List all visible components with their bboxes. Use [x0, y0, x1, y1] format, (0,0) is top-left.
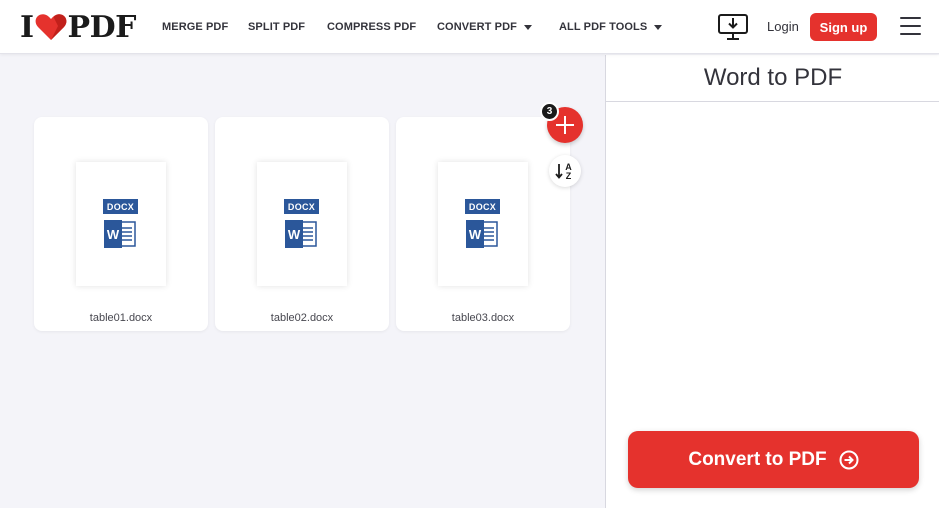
file-card[interactable]: DOCX W table02.docx: [215, 117, 389, 331]
file-type-badge: DOCX: [465, 199, 500, 214]
nav-merge-label: MERGE PDF: [162, 21, 229, 33]
tool-title: Word to PDF: [606, 55, 939, 102]
ilovepdf-logo[interactable]: I PDF: [20, 9, 137, 45]
nav-all-tools-label: ALL PDF TOOLS: [559, 21, 648, 33]
logo-pdf: PDF: [67, 9, 137, 45]
file-name: table01.docx: [89, 312, 153, 324]
signup-button[interactable]: Sign up: [810, 13, 877, 41]
word-icon: W: [285, 220, 317, 248]
file-count-badge: 3: [540, 102, 559, 121]
file-list-area: DOCX W table01.docx DOCX W table02.docx …: [0, 55, 605, 508]
nav-convert-label: CONVERT PDF: [437, 21, 517, 33]
logo-i: I: [20, 9, 34, 45]
login-link[interactable]: Login: [767, 19, 799, 34]
nav-merge-pdf[interactable]: MERGE PDF: [162, 0, 228, 54]
file-type-badge: DOCX: [103, 199, 138, 214]
word-icon: W: [466, 220, 498, 248]
svg-text:Z: Z: [566, 171, 572, 181]
file-type-badge: DOCX: [284, 199, 319, 214]
file-name: table03.docx: [451, 312, 515, 324]
file-card[interactable]: DOCX W table03.docx: [396, 117, 570, 331]
file-thumbnail: DOCX W: [76, 162, 166, 286]
nav-all-pdf-tools[interactable]: ALL PDF TOOLS: [559, 0, 663, 54]
svg-text:W: W: [288, 227, 301, 242]
nav-split-pdf[interactable]: SPLIT PDF: [248, 0, 305, 54]
word-icon: W: [104, 220, 136, 248]
top-header: I PDF MERGE PDF SPLIT PDF COMPRESS PDF C…: [0, 0, 939, 54]
caret-down-icon: [654, 24, 663, 30]
plus-icon-bar: [556, 124, 574, 126]
desktop-download-icon[interactable]: [717, 13, 749, 41]
sort-az-icon[interactable]: A Z: [549, 155, 581, 187]
file-thumbnail: DOCX W: [257, 162, 347, 286]
file-card[interactable]: DOCX W table01.docx: [34, 117, 208, 331]
heart-logo-icon: [35, 14, 66, 41]
svg-text:W: W: [469, 227, 482, 242]
tool-sidebar: Word to PDF Convert to PDF: [605, 55, 939, 508]
nav-convert-pdf[interactable]: CONVERT PDF: [437, 0, 532, 54]
nav-compress-label: COMPRESS PDF: [327, 21, 417, 33]
convert-label: Convert to PDF: [688, 448, 827, 470]
arrow-right-circle-icon: [839, 450, 859, 469]
caret-down-icon: [523, 24, 532, 30]
nav-split-label: SPLIT PDF: [248, 21, 306, 33]
nav-compress-pdf[interactable]: COMPRESS PDF: [327, 0, 416, 54]
hamburger-menu-icon[interactable]: [900, 17, 921, 35]
convert-to-pdf-button[interactable]: Convert to PDF: [628, 431, 919, 488]
file-name: table02.docx: [270, 312, 334, 324]
file-thumbnail: DOCX W: [438, 162, 528, 286]
svg-text:W: W: [107, 227, 120, 242]
